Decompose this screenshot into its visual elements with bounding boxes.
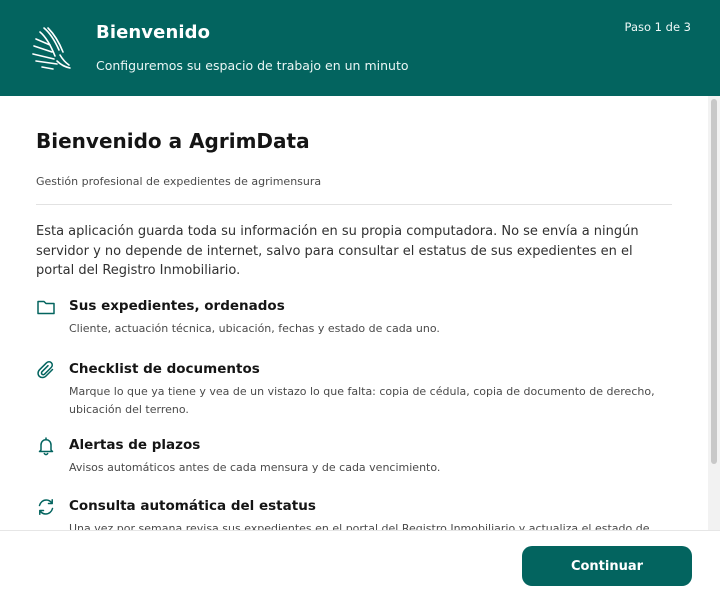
feature-description: Cliente, actuación técnica, ubicación, f… (69, 322, 440, 335)
bell-icon (38, 437, 54, 456)
refresh-icon (38, 499, 54, 515)
feature-description: Marque lo que ya tiene y vea de un vista… (69, 385, 655, 416)
header-title: Bienvenido (96, 22, 211, 43)
feature-description: Avisos automáticos antes de cada mensura… (69, 461, 441, 474)
feature-description: Una vez por semana revisa sus expediente… (69, 522, 650, 530)
step-indicator: Paso 1 de 3 (624, 20, 691, 34)
plumb-bob-logo-icon (32, 27, 71, 70)
footer-bar: Continuar (0, 530, 720, 600)
paperclip-icon (37, 360, 54, 379)
feature-title: Sus expedientes, ordenados (69, 298, 285, 314)
scrollbar-thumb[interactable] (711, 99, 717, 464)
page-title: Bienvenido a AgrimData (36, 129, 310, 153)
content-area[interactable]: Bienvenido a AgrimData Gestión profesion… (0, 96, 720, 530)
page-subtitle: Gestión profesional de expedientes de ag… (36, 175, 322, 188)
folder-icon (37, 300, 55, 315)
feature-title: Alertas de plazos (69, 437, 201, 453)
divider (36, 204, 672, 205)
feature-title: Consulta automática del estatus (69, 498, 316, 514)
intro-text: Esta aplicación guarda toda su informaci… (36, 224, 639, 278)
feature-title: Checklist de documentos (69, 361, 260, 377)
header-subtitle: Configuremos su espacio de trabajo en un… (96, 58, 409, 73)
scrollbar[interactable] (708, 96, 720, 530)
header-banner: Bienvenido Configuremos su espacio de tr… (0, 0, 720, 96)
continue-button[interactable]: Continuar (522, 546, 692, 586)
